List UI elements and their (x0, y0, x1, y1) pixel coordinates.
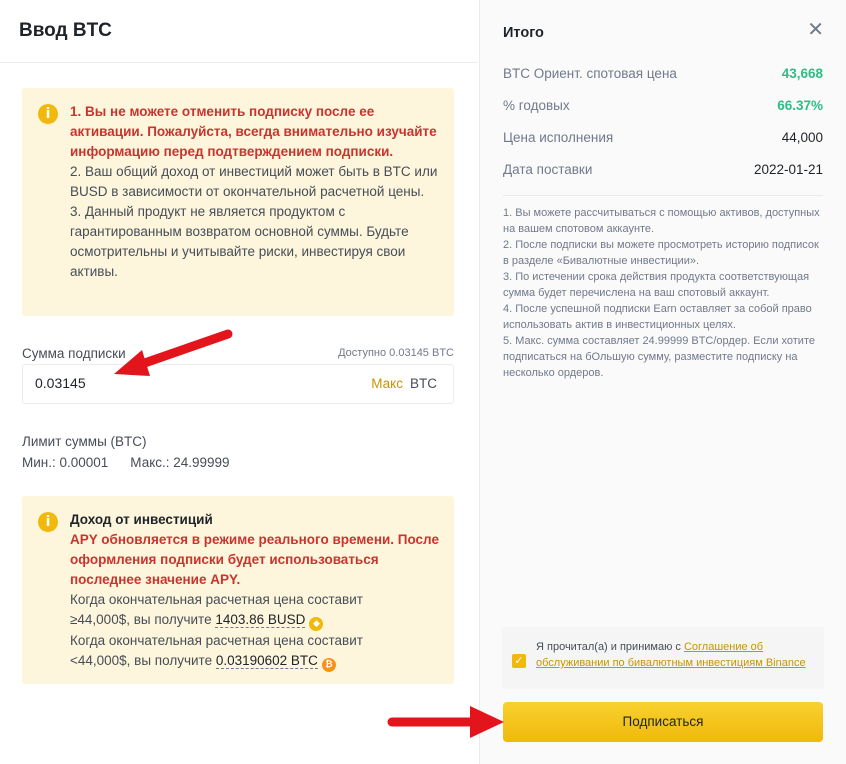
btc-amount: 0.03190602 BTC (215, 653, 318, 669)
divider (0, 62, 478, 63)
income-text: Доход от инвестиций APY обновляется в ре… (70, 510, 448, 672)
condition-2-result: <44,000$, вы получите 0.03190602 BTC ₿ (70, 651, 448, 672)
currency-unit: BTC (410, 376, 437, 391)
row-label: Цена исполнения (503, 130, 614, 145)
condition-2-prefix: <44,000$, вы получите (70, 653, 213, 668)
divider (503, 195, 823, 196)
terms-item: 1. Вы можете рассчитываться с помощью ак… (503, 207, 820, 235)
row-value: 43,668 (781, 66, 823, 81)
amount-field: Макс BTC (22, 364, 454, 404)
summary-panel: Итого ✕ BTC Ориент. спотовая цена 43,668… (479, 0, 846, 764)
row-label: % годовых (503, 98, 570, 113)
income-heading: Доход от инвестиций (70, 512, 213, 527)
agreement-box: ✓ Я прочитал(а) и принимаю с Соглашение … (502, 627, 824, 689)
busd-amount: 1403.86 BUSD (215, 612, 306, 628)
condition-1-result: ≥44,000$, вы получите 1403.86 BUSD ◆ (70, 610, 448, 631)
summary-row-delivery-date: Дата поставки 2022-01-21 (503, 162, 823, 182)
apy-warning: APY обновляется в режиме реального време… (70, 532, 439, 587)
available-balance: Доступно 0.03145 BTC (338, 347, 454, 359)
limit-label: Лимит суммы (BTC) (22, 434, 147, 449)
terms-item: 4. После успешной подписки Earn оставляе… (503, 303, 812, 331)
warning-notice: i 1. Вы не можете отменить подписку посл… (22, 88, 454, 316)
summary-row-spot-price: BTC Ориент. спотовая цена 43,668 (503, 66, 823, 86)
close-icon[interactable]: ✕ (807, 20, 824, 40)
row-label: Дата поставки (503, 162, 593, 177)
btc-coin-icon: ₿ (321, 658, 336, 672)
red-arrow-annotation-button (387, 706, 504, 738)
limit-max: Макс.: 24.99999 (130, 455, 230, 470)
notice-text: 1. Вы не можете отменить подписку после … (70, 102, 448, 282)
subscribe-button[interactable]: Подписаться (503, 702, 823, 742)
limit-values: Мин.: 0.00001 Макс.: 24.99999 (22, 455, 230, 470)
agree-checkbox[interactable]: ✓ (512, 654, 526, 668)
terms-item: 5. Макс. сумма составляет 24.99999 BTC/о… (503, 335, 815, 379)
condition-2: Когда окончательная расчетная цена соста… (70, 633, 363, 648)
info-icon: i (38, 512, 58, 532)
notice-line-1: 1. Вы не можете отменить подписку после … (70, 104, 437, 159)
summary-row-apy: % годовых 66.37% (503, 98, 823, 118)
terms-list: 1. Вы можете рассчитываться с помощью ак… (503, 205, 821, 381)
limit-min: Мин.: 0.00001 (22, 455, 109, 470)
condition-1-prefix: ≥44,000$, вы получите (70, 612, 212, 627)
subscription-form-panel: Ввод BTC i 1. Вы не можете отменить подп… (0, 0, 478, 764)
max-button[interactable]: Макс (371, 376, 403, 391)
info-icon: i (38, 104, 58, 124)
investment-income-notice: i Доход от инвестиций APY обновляется в … (22, 496, 454, 684)
condition-1: Когда окончательная расчетная цена соста… (70, 592, 363, 607)
row-value: 2022-01-21 (753, 162, 823, 177)
row-value: 66.37% (777, 98, 823, 113)
busd-coin-icon: ◆ (309, 617, 324, 631)
agreement-text: Я прочитал(а) и принимаю с Соглашение об… (536, 639, 806, 671)
summary-title: Итого (503, 25, 544, 41)
page-title: Ввод BTC (19, 20, 112, 41)
row-label: BTC Ориент. спотовая цена (503, 66, 677, 81)
notice-line-2: 2. Ваш общий доход от инвестиций может б… (70, 164, 438, 199)
agreement-prefix: Я прочитал(а) и принимаю с (536, 641, 684, 653)
row-value: 44,000 (781, 130, 823, 145)
notice-line-3: 3. Данный продукт не является продуктом … (70, 204, 409, 279)
red-arrow-annotation-input (114, 329, 233, 376)
terms-item: 2. После подписки вы можете просмотреть … (503, 239, 819, 267)
summary-row-strike-price: Цена исполнения 44,000 (503, 130, 823, 150)
terms-item: 3. По истечении срока действия продукта … (503, 271, 810, 299)
